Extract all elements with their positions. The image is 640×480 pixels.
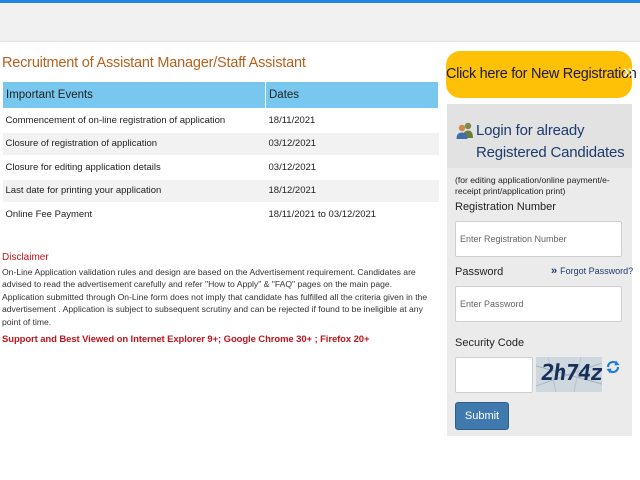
captcha-image: 2h74z bbox=[536, 357, 602, 392]
double-chevron-right-icon: » bbox=[551, 265, 558, 277]
password-label: Password bbox=[455, 266, 504, 278]
browser-support-note: Support and Best Viewed on Internet Expl… bbox=[2, 334, 370, 345]
date-cell: 18/11/2021 bbox=[265, 108, 439, 133]
important-events-table: Important Events Dates Commencement of o… bbox=[2, 81, 439, 227]
disclaimer-text: On-Line Application validation rules and… bbox=[2, 267, 428, 327]
login-panel: Login for already Registered Candidates … bbox=[447, 104, 633, 436]
column-header-events: Important Events bbox=[2, 81, 266, 109]
table-row: Online Fee Payment 18/11/2021 to 03/12/2… bbox=[2, 202, 439, 227]
new-registration-label: Click here for New Registration bbox=[446, 66, 637, 82]
table-row: Last date for printing your application … bbox=[2, 179, 439, 203]
security-code-label: Security Code bbox=[455, 337, 525, 349]
disclaimer-title: Disclaimer bbox=[2, 252, 49, 263]
password-input[interactable] bbox=[455, 286, 622, 322]
login-note: (for editing application/online payment/… bbox=[455, 175, 610, 196]
table-row: Closure of registration of application 0… bbox=[2, 132, 439, 156]
double-chevron-right-icon: » bbox=[622, 61, 634, 83]
page-title: Recruitment of Assistant Manager/Staff A… bbox=[2, 55, 306, 71]
column-header-dates: Dates bbox=[265, 81, 439, 109]
event-cell: Online Fee Payment bbox=[2, 202, 266, 227]
event-cell: Commencement of on-line registration of … bbox=[2, 108, 266, 133]
registration-number-label: Registration Number bbox=[455, 201, 556, 213]
date-cell: 03/12/2021 bbox=[265, 132, 439, 156]
security-code-input[interactable] bbox=[455, 357, 533, 393]
table-row: Commencement of on-line registration of … bbox=[2, 108, 439, 133]
table-header-row: Important Events Dates bbox=[2, 81, 439, 109]
header-bar bbox=[0, 3, 640, 42]
date-cell: 18/11/2021 to 03/12/2021 bbox=[265, 202, 439, 227]
new-registration-button[interactable]: Click here for New Registration » bbox=[446, 51, 637, 98]
login-title-line-2: Registered Candidates bbox=[476, 144, 625, 161]
forgot-password-label: Forgot Password? bbox=[560, 266, 634, 276]
login-title-line-1: Login for already bbox=[476, 122, 585, 139]
date-cell: 03/12/2021 bbox=[265, 155, 439, 180]
table-row: Closure for editing application details … bbox=[2, 155, 439, 180]
registration-number-input[interactable] bbox=[455, 221, 622, 257]
date-cell: 18/12/2021 bbox=[265, 179, 439, 203]
submit-button[interactable]: Submit bbox=[455, 402, 509, 430]
login-header: Login for already Registered Candidates bbox=[447, 104, 632, 168]
event-cell: Last date for printing your application bbox=[2, 179, 266, 203]
refresh-icon[interactable] bbox=[605, 359, 621, 375]
users-icon bbox=[455, 120, 475, 140]
login-title: Login for already Registered Candidates bbox=[476, 120, 625, 164]
forgot-password-link[interactable]: » Forgot Password? bbox=[551, 265, 633, 277]
event-cell: Closure for editing application details bbox=[2, 155, 266, 180]
event-cell: Closure of registration of application bbox=[2, 132, 266, 156]
captcha-text: 2h74z bbox=[539, 361, 602, 386]
